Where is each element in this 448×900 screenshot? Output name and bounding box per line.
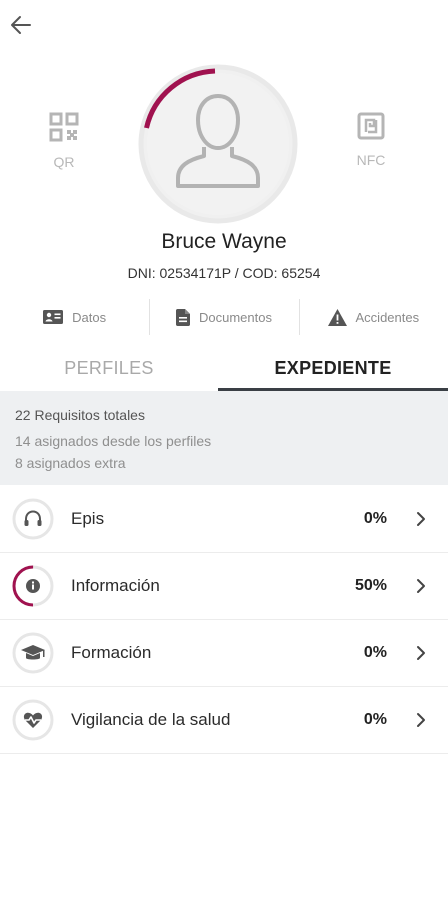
document-icon [176,308,190,326]
arrow-left-icon [11,16,31,34]
warning-icon [327,308,347,326]
back-button[interactable] [6,10,36,40]
person-id-line: DNI: 02534171P / COD: 65254 [127,265,321,281]
quick-link-datos[interactable]: Datos [0,297,149,337]
chevron-right-icon [417,713,425,727]
qr-code-icon [49,112,79,142]
chevron-right-icon [417,579,425,593]
summary-extra: 8 asignados extra [15,455,126,471]
nfc-icon [357,112,385,140]
requirements-summary: 22 Requisitos totales 14 asignados desde… [0,391,448,485]
tab-perfiles[interactable]: PERFILES [0,345,218,391]
chevron-right-icon [417,646,425,660]
tab-expediente[interactable]: EXPEDIENTE [218,345,448,391]
heart-pulse-icon [12,699,54,741]
chevron-right-icon [417,512,425,526]
list-item-epis[interactable]: Epis 0% [0,486,448,553]
list-item-percent: 0% [363,711,387,728]
quick-link-datos-label: Datos [72,309,107,325]
quick-link-documentos-label: Documentos [199,309,272,325]
quick-links: Datos Documentos Accidentes [0,297,448,337]
tab-bar: PERFILES EXPEDIENTE [0,345,448,391]
list-item-label: Formación [71,643,152,662]
nfc-label: NFC [356,152,386,168]
qr-button[interactable]: QR [34,112,94,170]
summary-total: 22 Requisitos totales [15,407,145,423]
quick-link-accidentes[interactable]: Accidentes [298,297,448,337]
requirements-list: Epis 0% Información 50% Formación 0% Vig… [0,486,448,754]
user-placeholder-icon [176,94,260,188]
id-card-icon [43,310,64,324]
list-item-label: Información [71,576,160,595]
list-item-percent: 0% [363,510,387,527]
headphones-icon [12,498,54,540]
list-item-vigilancia[interactable]: Vigilancia de la salud 0% [0,687,448,754]
list-item-label: Vigilancia de la salud [71,710,231,729]
nfc-button[interactable]: NFC [341,112,401,168]
info-icon [12,565,54,607]
list-item-percent: 50% [354,577,387,594]
graduation-cap-icon [12,632,54,674]
summary-from-profiles: 14 asignados desde los perfiles [15,433,212,449]
person-name: Bruce Wayne [161,230,287,253]
avatar[interactable] [136,62,300,226]
quick-link-accidentes-label: Accidentes [355,309,420,325]
list-item-formacion[interactable]: Formación 0% [0,620,448,687]
qr-label: QR [53,154,75,170]
list-item-percent: 0% [363,644,387,661]
quick-link-documentos[interactable]: Documentos [149,297,298,337]
list-item-label: Epis [71,509,105,528]
list-item-informacion[interactable]: Información 50% [0,553,448,620]
